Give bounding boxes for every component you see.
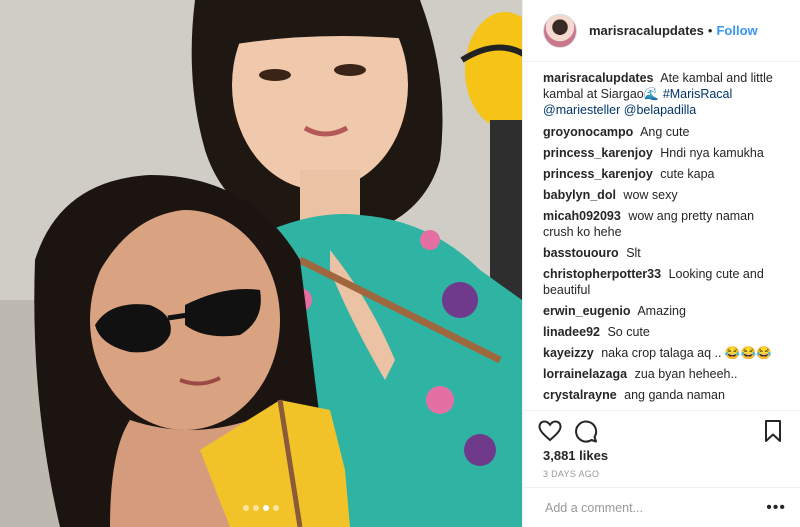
comment-text: zua byan heheeh.. [634,367,738,381]
post-photo[interactable] [0,0,522,527]
bookmark-icon [765,419,781,442]
more-options-icon[interactable]: ••• [766,499,786,517]
username-link[interactable]: marisracalupdates [589,23,704,38]
caption-mentions[interactable]: @mariesteller @belapadilla [543,103,696,117]
comment-item: erwin_eugenio Amazing [543,303,780,319]
comment-text: Slt [626,246,641,260]
caption-username[interactable]: marisracalupdates [543,71,653,85]
comment-username[interactable]: micah092093 [543,209,621,223]
carousel-indicator [0,505,522,511]
comment-username[interactable]: christopherpotter33 [543,267,661,281]
comment-username[interactable]: linadee92 [543,325,600,339]
carousel-dot[interactable] [253,505,259,511]
comment-username[interactable]: kayeizzy [543,346,594,360]
comment-text: Ang cute [640,125,690,139]
post-header: marisracalupdates • Follow [523,0,800,62]
comment-item: kayeizzy naka crop talaga aq .. 😂😂😂 [543,345,780,361]
comment-item: princess_karenjoy Hndi nya kamukha [543,145,780,161]
follow-button[interactable]: Follow [716,23,757,38]
comment-username[interactable]: erwin_eugenio [543,304,631,318]
comment-icon [575,420,598,443]
carousel-dot[interactable] [273,505,279,511]
carousel-dot[interactable] [243,505,249,511]
heart-icon [538,419,562,441]
comment-item: groyonocampo Ang cute [543,124,780,140]
comment-username[interactable]: princess_karenjoy [543,146,653,160]
comment-username[interactable]: crystalrayne [543,388,617,402]
comment-text: cute kapa [660,167,715,181]
comment-username[interactable]: princess_karenjoy [543,167,653,181]
comment-text: wow sexy [623,188,678,202]
comment-text: naka crop talaga aq .. 😂😂😂 [601,346,772,360]
separator-dot: • [707,23,713,38]
add-comment-section: ••• [523,487,800,527]
comment-input[interactable] [543,499,747,516]
comment-item: micah092093 wow ang pretty naman crush k… [543,208,780,240]
save-button[interactable] [760,418,786,444]
comment-item: christopherpotter33 Looking cute and bea… [543,266,780,298]
comment-username[interactable]: babylyn_dol [543,188,616,202]
comment-item: linadee92 So cute [543,324,780,340]
comment-button[interactable] [573,418,599,444]
comment-item: lorrainelazaga zua byan heheeh.. [543,366,780,382]
comment-item: princess_karenjoy cute kapa [543,166,780,182]
comment-text: Hndi nya kamukha [660,146,764,160]
comment-item: basstououro Slt [543,245,780,261]
action-bar [523,410,800,444]
comment-text: So cute [607,325,650,339]
caption-hashtag[interactable]: #MarisRacal [663,87,732,101]
comment-username[interactable]: basstououro [543,246,619,260]
likes-count[interactable]: 3,881 likes [523,444,800,463]
comment-item: babylyn_dol wow sexy [543,187,780,203]
post-sidebar: marisracalupdates • Follow marisracalupd… [522,0,800,527]
comment-text: Amazing [637,304,686,318]
selfie-photo-illustration [0,0,522,527]
comment-username[interactable]: lorrainelazaga [543,367,627,381]
like-button[interactable] [537,418,563,444]
comments-list[interactable]: marisracalupdates Ate kambal and little … [523,62,800,410]
avatar[interactable] [543,13,577,48]
comment-item: crystalrayne ang ganda naman [543,387,780,403]
post-caption: marisracalupdates Ate kambal and little … [543,70,780,118]
carousel-dot-active[interactable] [263,505,269,511]
post-timestamp[interactable]: 3 DAYS AGO [523,463,800,487]
comment-text: ang ganda naman [624,388,725,402]
comment-username[interactable]: groyonocampo [543,125,633,139]
instagram-post: marisracalupdates • Follow marisracalupd… [0,0,800,527]
